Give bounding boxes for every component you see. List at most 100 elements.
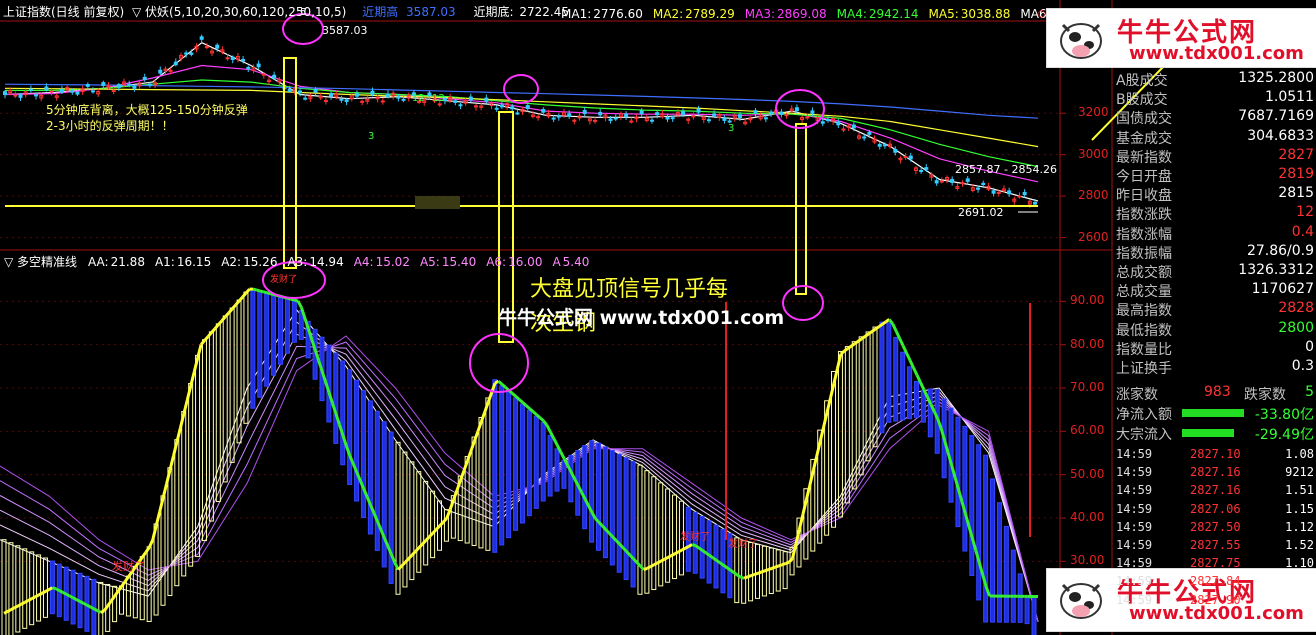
- aa-segment: [44, 588, 50, 593]
- net-inflow-label: 净流入额: [1116, 407, 1172, 423]
- candle-body: [991, 190, 996, 194]
- quote-row: 指数振幅 27.86/0.9: [1112, 243, 1316, 262]
- ma-legend-value: 2776.60: [593, 7, 643, 21]
- aa-segment: [27, 597, 33, 602]
- mark-13: 13: [432, 93, 445, 104]
- candle-body: [877, 143, 882, 147]
- candle-body: [75, 91, 80, 95]
- candle-body: [225, 57, 230, 60]
- quote-label: 今日开盘: [1116, 169, 1172, 185]
- candle-body: [536, 116, 541, 119]
- quote-label: A股成交: [1116, 73, 1168, 89]
- quote-value: 27.86/0.9: [1246, 242, 1314, 259]
- aa-segment: [89, 605, 95, 611]
- candle-body: [323, 99, 328, 102]
- ma-legend-item: MA5:: [928, 7, 959, 21]
- quote-label: 基金成交: [1116, 130, 1172, 147]
- candle-body: [779, 111, 784, 115]
- candle-body: [722, 117, 727, 121]
- candle-body: [241, 58, 246, 62]
- candle-body: [515, 112, 520, 115]
- candle-body: [882, 144, 887, 147]
- aa-segment: [684, 545, 690, 550]
- tick-price: 2827.75: [1190, 556, 1241, 571]
- ma-legend-item: MA2:: [652, 7, 684, 21]
- ma-legend-value: 2789.29: [685, 7, 735, 21]
- lower-y-tick: 70.00: [1070, 380, 1105, 394]
- candle-body: [593, 119, 598, 122]
- fa-label-4: 发财了: [728, 537, 758, 550]
- upper-indicator[interactable]: ▽ 伏妖(5,10,20,30,60,120,250,10,5): [132, 5, 346, 19]
- param-value: 16.00: [508, 255, 543, 269]
- param-name: A3:: [287, 255, 308, 269]
- candle-body: [28, 88, 33, 91]
- quote-value: 1170627: [1251, 281, 1314, 298]
- tick-row: 14:59 2827.50 1.12: [1112, 520, 1316, 538]
- aa-segment: [656, 559, 662, 565]
- aa-segment: [262, 290, 268, 295]
- mark-12: 12: [412, 93, 425, 104]
- quote-label: 上证换手: [1116, 361, 1172, 377]
- hist-bar: [927, 388, 933, 438]
- ma-legend-item: MA3:: [744, 7, 775, 21]
- aa-segment: [715, 559, 721, 564]
- candle-body: [624, 113, 629, 118]
- candle-body: [298, 90, 303, 94]
- down-value: 5: [1305, 384, 1314, 400]
- candle-body: [613, 117, 618, 120]
- up-label: 涨家数: [1116, 387, 1158, 403]
- quote-label: 最高指数: [1116, 303, 1172, 320]
- hist-bar: [519, 403, 525, 524]
- aa-segment: [667, 554, 673, 559]
- tick-time: 14:59: [1116, 538, 1153, 552]
- aa-segment: [24, 599, 29, 604]
- diamond-icon[interactable]: ◇: [1037, 5, 1046, 21]
- quote-label: 最新指数: [1116, 149, 1172, 166]
- note-line-2: 2-3小时的反弹周期！！: [46, 118, 174, 133]
- candle-body: [303, 97, 308, 100]
- aa-segment: [767, 566, 773, 572]
- tick-row: 14:59 2827.90 1.41: [1112, 593, 1316, 611]
- aa-segment: [705, 551, 711, 557]
- big-text-line-1: 大盘见顶信号几乎每: [530, 277, 728, 302]
- ma-legend-item: MA1:: [561, 7, 592, 21]
- candle-body: [572, 119, 577, 122]
- hist-bar: [582, 445, 588, 530]
- candle-body: [204, 46, 209, 49]
- candle-body: [386, 93, 391, 98]
- hist-bar: [996, 502, 1002, 623]
- tick-row: 14:59 2827.16 1.51: [1112, 483, 1316, 501]
- candle-body: [158, 69, 163, 74]
- candle-body: [427, 92, 432, 97]
- tick-row: 14:59 2827.55 1.52: [1112, 538, 1316, 556]
- candle-body: [272, 74, 277, 79]
- param-name: AA:: [88, 255, 109, 269]
- lower-title[interactable]: ▽ 多空精准线: [4, 255, 77, 269]
- aa-segment: [65, 592, 71, 598]
- tick-volume: 1.08: [1285, 447, 1314, 461]
- lower-y-tick: 50.00: [1070, 466, 1105, 481]
- candle-body: [851, 124, 856, 129]
- tick-price: 2827.50: [1190, 519, 1241, 534]
- fa-label-3: 发财了: [680, 530, 710, 543]
- aa-segment: [881, 320, 887, 326]
- low-label: 2691.02: [958, 206, 1004, 219]
- aa-segment: [774, 564, 780, 569]
- aa-segment: [753, 571, 759, 576]
- quote-label: 最低指数: [1116, 322, 1172, 339]
- tick-volume: 1.21: [1285, 574, 1314, 589]
- aa-segment: [62, 591, 67, 596]
- net-inflow-row: 净流入额 -33.80亿: [1112, 404, 1316, 423]
- upper-title: 上证指数(日线 前复权): [3, 5, 125, 19]
- candle-body: [919, 169, 924, 172]
- hist-bar: [630, 460, 636, 588]
- quote-value: 304.6833: [1247, 127, 1314, 144]
- hist-bar: [561, 459, 567, 489]
- aa-segment: [757, 570, 762, 575]
- note-line-1: 5分钟底背离，大概125-150分钟反弹: [46, 102, 248, 117]
- tick-price: 2827.90: [1190, 592, 1241, 607]
- hist-bar: [1031, 596, 1037, 635]
- aa-segment: [677, 548, 683, 554]
- candle-body: [360, 100, 365, 103]
- param-name: A: [552, 255, 561, 269]
